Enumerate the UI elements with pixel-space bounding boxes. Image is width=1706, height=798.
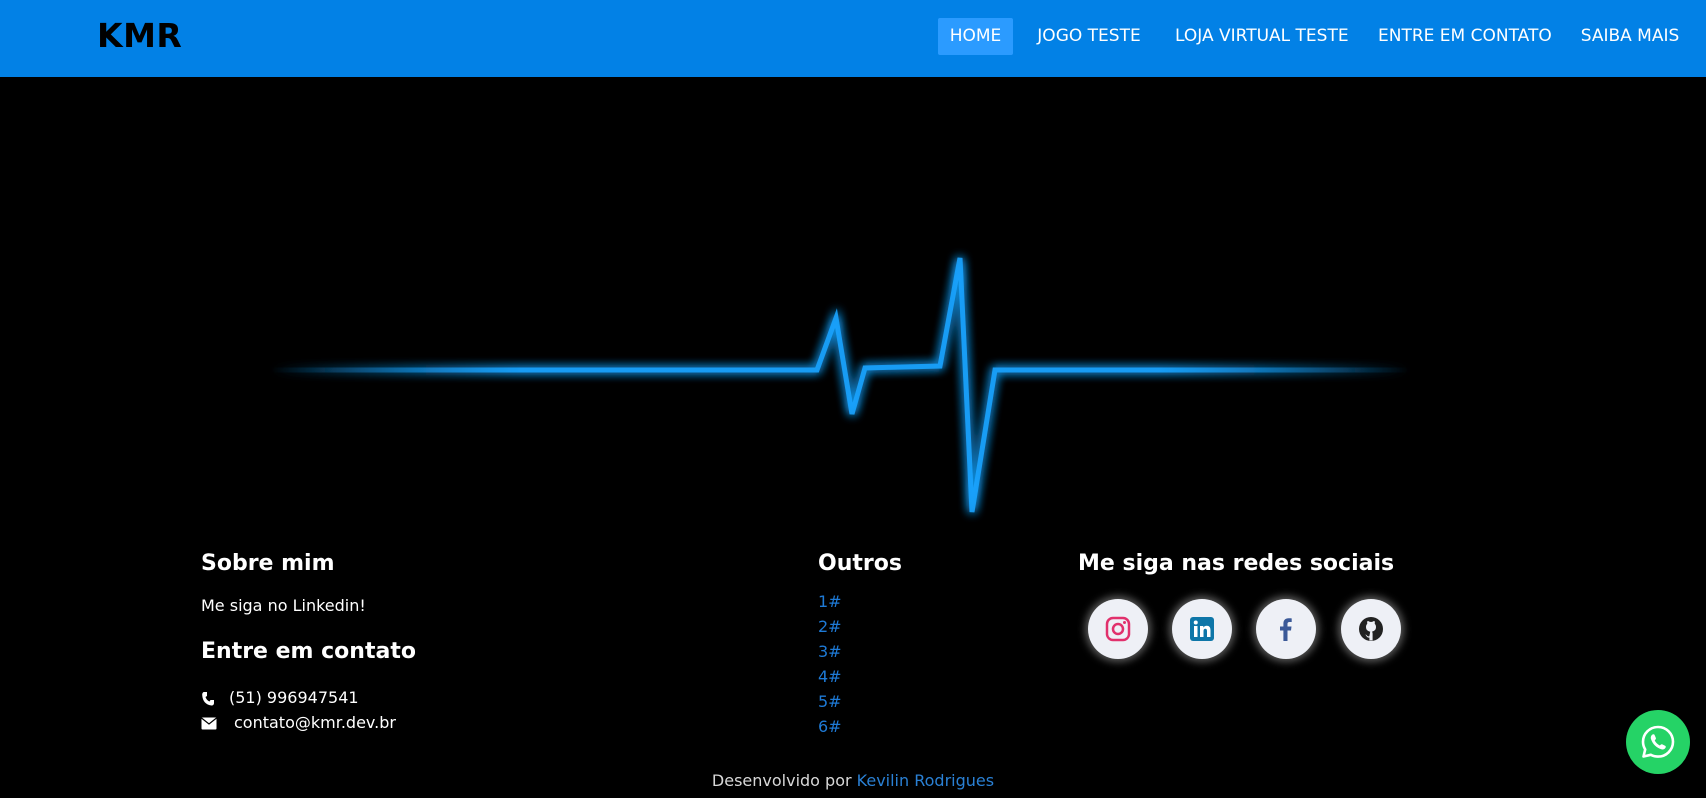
navbar: KMR HOME JOGO TESTE LOJA VIRTUAL TESTE E… [0, 0, 1706, 77]
contact-heading: Entre em contato [201, 639, 416, 664]
others-links: 1# 2# 3# 4# 5# 6# [818, 589, 902, 739]
github-button[interactable] [1341, 599, 1401, 659]
heartbeat-graphic [270, 257, 1410, 513]
contact-email-text: contato@kmr.dev.br [234, 713, 396, 732]
linkedin-icon [1190, 617, 1214, 641]
instagram-button[interactable] [1088, 599, 1148, 659]
contact-phone[interactable]: (51) 996947541 [201, 688, 359, 707]
envelope-icon [201, 717, 217, 730]
about-heading: Sobre mim [201, 551, 335, 576]
nav-item-jogo-teste[interactable]: JOGO TESTE [1035, 18, 1143, 55]
about-text: Me siga no Linkedin! [201, 596, 366, 615]
others-link[interactable]: 6# [818, 714, 902, 739]
credit-prefix: Desenvolvido por [711, 771, 852, 790]
others-heading: Outros [818, 551, 902, 576]
about-section: Sobre mim Me siga no Linkedin! Entre em … [201, 551, 416, 664]
linkedin-button[interactable] [1172, 599, 1232, 659]
others-link[interactable]: 4# [818, 664, 902, 689]
others-section: Outros 1# 2# 3# 4# 5# 6# [818, 551, 902, 739]
social-section: Me siga nas redes sociais [1078, 551, 1394, 576]
nav-item-loja-virtual-teste[interactable]: LOJA VIRTUAL TESTE [1175, 18, 1349, 55]
nav-item-home[interactable]: HOME [938, 18, 1013, 55]
phone-icon [202, 691, 214, 705]
credit-author-link[interactable]: Kevilin Rodrigues [857, 771, 994, 790]
others-link[interactable]: 5# [818, 689, 902, 714]
contact-phone-text: (51) 996947541 [229, 688, 359, 707]
nav-item-saiba-mais[interactable]: SAIBA MAIS [1580, 18, 1680, 55]
social-heading: Me siga nas redes sociais [1078, 551, 1395, 576]
contact-email[interactable]: contato@kmr.dev.br [201, 713, 396, 732]
facebook-button[interactable] [1256, 599, 1316, 659]
whatsapp-icon [1641, 725, 1675, 758]
others-link[interactable]: 3# [818, 639, 902, 664]
others-link[interactable]: 2# [818, 614, 902, 639]
footer-credit: Desenvolvido por Kevilin Rodrigues [0, 771, 1706, 790]
github-icon [1359, 617, 1383, 641]
heartbeat-line [270, 257, 1410, 513]
instagram-icon [1105, 616, 1131, 642]
whatsapp-button[interactable] [1626, 710, 1690, 774]
facebook-icon [1280, 618, 1292, 641]
brand-logo[interactable]: KMR [97, 16, 182, 55]
others-link[interactable]: 1# [818, 589, 902, 614]
hero-section [0, 77, 1706, 527]
nav-item-entre-em-contato[interactable]: ENTRE EM CONTATO [1378, 18, 1552, 55]
